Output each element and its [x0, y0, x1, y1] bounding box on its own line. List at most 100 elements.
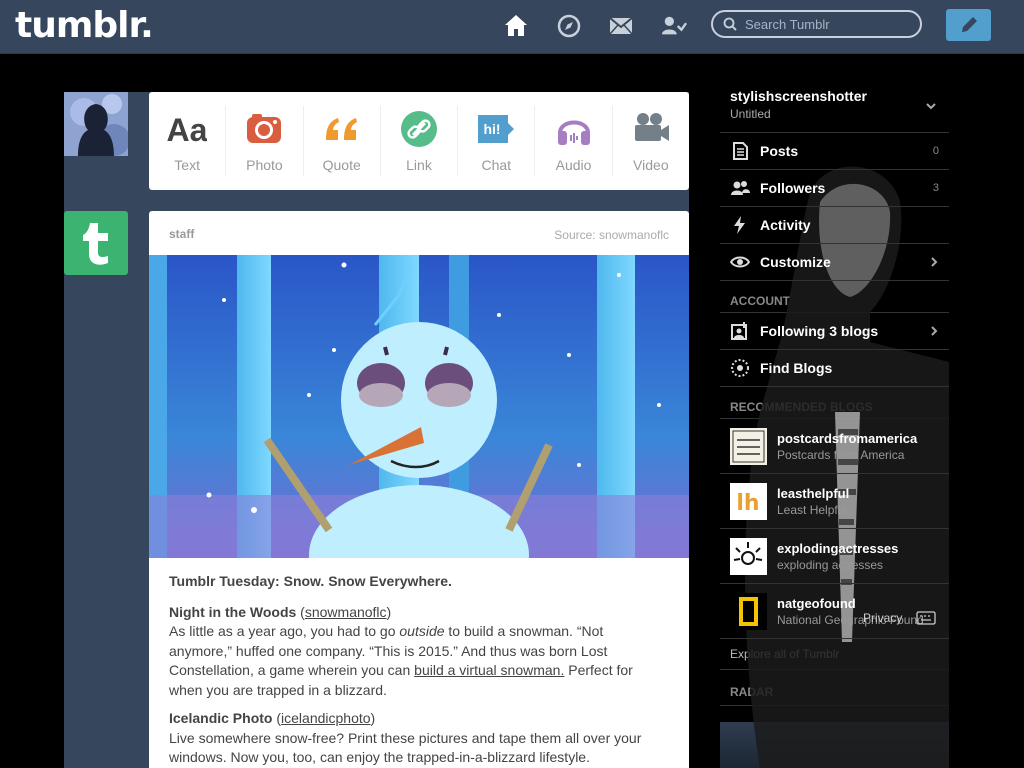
explore-link[interactable]: Explore all of Tumblr	[720, 639, 949, 670]
post-author[interactable]: staff	[169, 227, 194, 241]
explore-compass-icon[interactable]	[556, 13, 582, 39]
sidebar-item-label: Posts	[760, 143, 799, 159]
blog-name[interactable]: natgeofound	[777, 596, 924, 611]
post-photo-snowman[interactable]	[149, 255, 689, 558]
eye-icon	[730, 256, 750, 268]
chevron-down-icon[interactable]	[925, 100, 937, 112]
text-icon: Aa	[167, 112, 207, 148]
section-2-source-link[interactable]: icelandicphoto	[281, 710, 371, 726]
post-header: staff Source: snowmanoflc	[149, 211, 689, 255]
post-section-1: Night in the Woods (snowmanoflc) As litt…	[169, 603, 669, 701]
recommended-blog[interactable]: lh leasthelpful Least Helpful	[720, 474, 949, 529]
search-icon	[723, 17, 737, 31]
post-section-2: Icelandic Photo (icelandicphoto) Live so…	[169, 709, 669, 768]
tumblr-t-logo-icon	[83, 223, 108, 265]
top-header: tumblr.	[0, 0, 1024, 54]
post-body: Tumblr Tuesday: Snow. Snow Everywhere. N…	[149, 558, 689, 768]
recommended-blog[interactable]: explodingactresses exploding actresses	[720, 529, 949, 584]
video-icon	[634, 113, 669, 141]
sidebar-item-customize[interactable]: Customize	[720, 244, 949, 281]
section-1-text-a: As little as a year ago, you had to go	[169, 623, 400, 639]
sidebar-item-label: Find Blogs	[760, 360, 833, 376]
post-type-link[interactable]: Link	[381, 106, 459, 176]
blog-header[interactable]: stylishscreenshotter Untitled	[720, 82, 949, 133]
post-source[interactable]: Source: snowmanoflc	[554, 228, 669, 242]
chevron-right-icon	[931, 257, 938, 267]
sidebar-item-activity[interactable]: Activity	[720, 207, 949, 244]
staff-avatar[interactable]	[64, 211, 128, 275]
sidebar-item-label: Customize	[760, 254, 831, 270]
pencil-icon	[961, 17, 977, 32]
posts-icon	[733, 142, 748, 160]
post-type-text[interactable]: Aa Text	[149, 106, 227, 176]
section-1-open-paren: (	[296, 603, 305, 620]
section-1-emphasis: outside	[399, 623, 445, 639]
section-2-close-paren: )	[370, 710, 376, 726]
home-icon[interactable]	[503, 13, 529, 39]
headphones-icon	[557, 120, 590, 145]
user-avatar[interactable]	[64, 92, 128, 156]
tumblr-logo[interactable]: tumblr.	[15, 5, 154, 46]
svg-text:lh: lh	[736, 491, 759, 516]
activity-bolt-icon	[734, 216, 745, 234]
blog-title: Least Helpful	[777, 502, 848, 517]
recommended-blog[interactable]: natgeofound National Geographic Found	[720, 584, 949, 639]
blog-name[interactable]: explodingactresses	[777, 541, 898, 556]
sidebar-item-followers[interactable]: Followers 3	[720, 170, 949, 207]
section-2-title: Icelandic Photo	[169, 710, 273, 726]
post-type-chat[interactable]: hi! Chat	[458, 106, 536, 176]
post-title: Tumblr Tuesday: Snow. Snow Everywhere.	[169, 573, 452, 589]
radar-section-label: RADAR	[720, 670, 949, 706]
section-1-title: Night in the Woods	[169, 603, 297, 620]
chevron-right-icon	[931, 326, 938, 336]
blog-name[interactable]: postcardsfromamerica	[777, 431, 917, 446]
post-type-bar: Aa Text Photo Quote Link hi! Chat Audio …	[149, 92, 689, 190]
blog-thumb-postcards	[730, 427, 767, 465]
post-type-quote[interactable]: Quote	[304, 106, 381, 176]
blog-thumb-leasthelpful: lh	[730, 482, 767, 520]
keyboard-icon[interactable]	[916, 611, 936, 625]
followers-icon	[731, 181, 750, 195]
sidebar-item-find-blogs[interactable]: Find Blogs	[720, 350, 949, 387]
account-icon[interactable]	[661, 13, 687, 39]
radar-post-thumbnail[interactable]	[720, 722, 949, 768]
search-box[interactable]	[711, 10, 922, 38]
link-icon	[400, 111, 437, 147]
quote-icon	[325, 118, 357, 140]
camera-icon	[247, 114, 282, 143]
compose-button[interactable]	[946, 9, 991, 41]
sidebar-item-label: Following 3 blogs	[760, 323, 879, 339]
search-input[interactable]	[743, 15, 917, 33]
post-type-audio[interactable]: Audio	[535, 106, 613, 176]
blog-thumb-explodingactresses	[730, 537, 767, 575]
sidebar-item-label: Followers	[760, 180, 826, 196]
svg-text:hi!: hi!	[484, 121, 501, 137]
chat-icon: hi!	[478, 115, 515, 143]
dashboard-post: staff Source: snowmanoflc Tumblr Tuesday…	[149, 211, 689, 768]
followers-count: 3	[932, 182, 939, 194]
sidebar-item-posts[interactable]: Posts 0	[720, 133, 949, 170]
post-type-video[interactable]: Video	[613, 106, 689, 176]
section-2-open-paren: (	[272, 710, 282, 726]
section-1-source-link[interactable]: snowmanoflc	[305, 604, 387, 620]
svg-text:Aa: Aa	[167, 112, 207, 148]
sidebar-item-label: Activity	[760, 217, 811, 233]
blog-title: exploding actresses	[777, 557, 884, 572]
privacy-link[interactable]: Privacy	[863, 611, 902, 625]
section-2-text: Live somewhere snow-free? Print these pi…	[169, 729, 642, 766]
post-type-photo[interactable]: Photo	[226, 106, 304, 176]
recommended-blog[interactable]: postcardsfromamerica Postcards from Amer…	[720, 419, 949, 474]
following-icon	[731, 322, 747, 340]
inbox-mail-icon[interactable]	[608, 13, 634, 39]
avatar-silhouette-icon	[64, 92, 128, 156]
blog-thumb-natgeofound	[730, 592, 767, 630]
section-1-inline-link[interactable]: build a virtual snowman.	[414, 662, 564, 678]
find-blogs-compass-icon	[731, 359, 749, 377]
blog-name[interactable]: leasthelpful	[777, 486, 849, 501]
blog-title: Postcards from America	[777, 447, 905, 462]
right-sidebar: stylishscreenshotter Untitled Posts 0 Fo…	[720, 82, 949, 768]
account-section-label: ACCOUNT	[720, 281, 949, 313]
section-1-close-paren: )	[386, 603, 392, 620]
blog-name[interactable]: stylishscreenshotter	[730, 88, 867, 104]
sidebar-item-following[interactable]: Following 3 blogs	[720, 313, 949, 350]
